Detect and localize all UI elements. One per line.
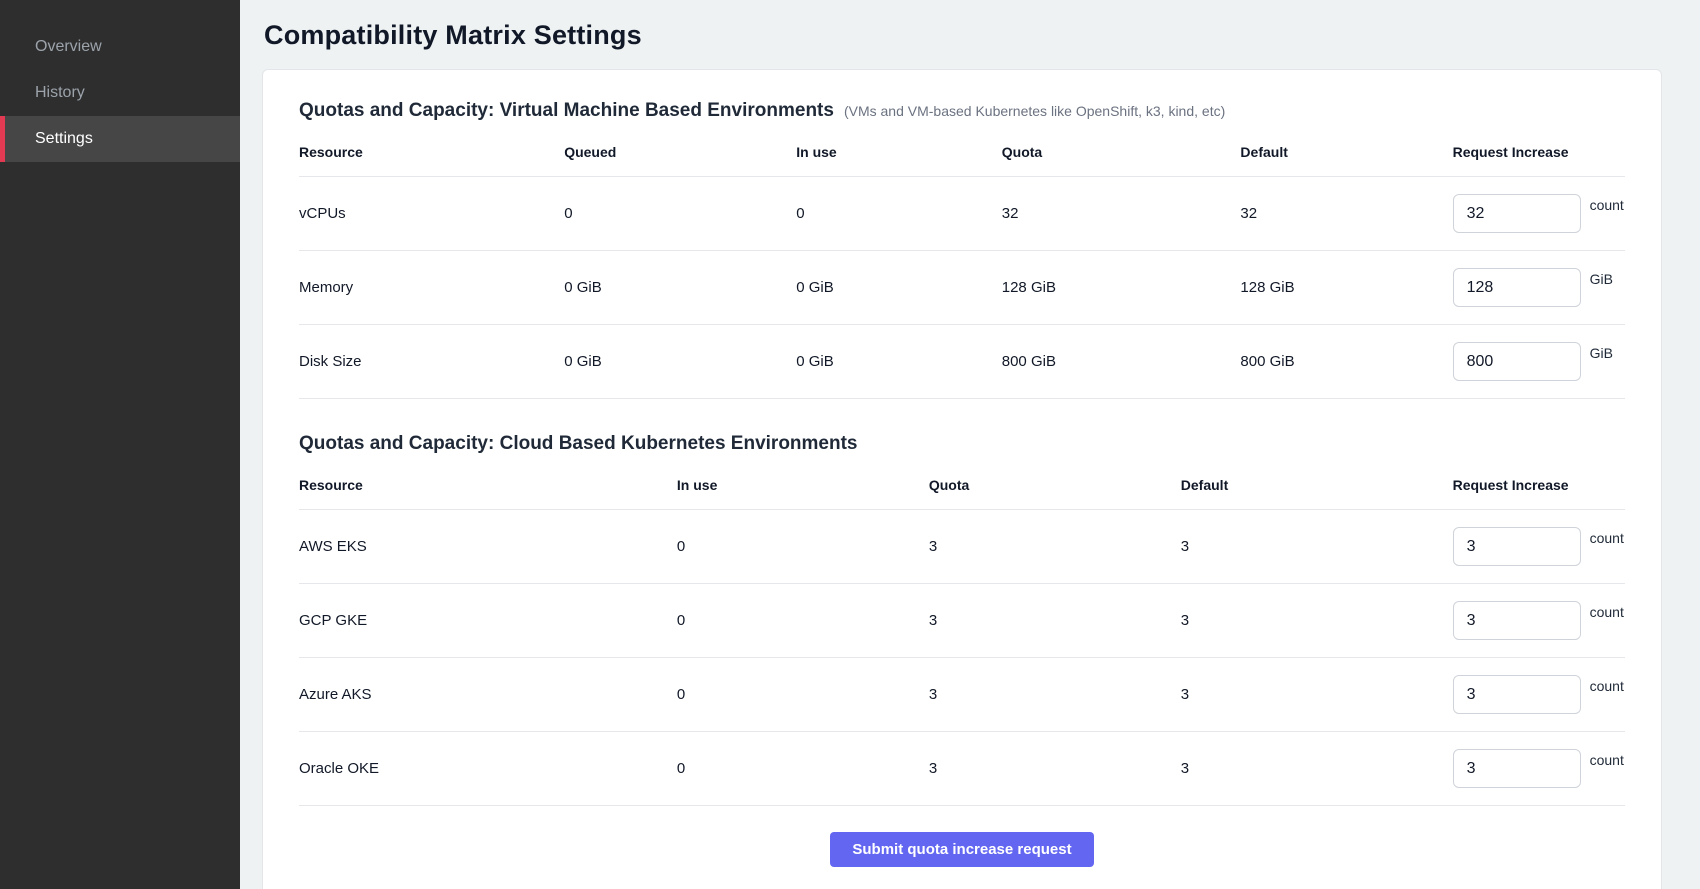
cloud-col-quota: Quota (929, 465, 1181, 510)
sidebar-item-overview[interactable]: Overview (0, 24, 240, 70)
vm-col-in-use: In use (796, 132, 1002, 177)
vm-col-resource: Resource (299, 132, 564, 177)
aws-eks-in-use-value: 0 (677, 510, 929, 584)
oracle-oke-in-use-value: 0 (677, 732, 929, 806)
vm-section-subtitle: (VMs and VM-based Kubernetes like OpenSh… (844, 103, 1225, 119)
disk-request-input[interactable] (1453, 342, 1581, 381)
cloud-col-request-increase: Request Increase (1453, 465, 1625, 510)
table-row-disk-size: Disk Size 0 GiB 0 GiB 800 GiB 800 GiB Gi… (299, 325, 1625, 399)
vm-quota-table: Resource Queued In use Quota Default Req… (299, 132, 1625, 399)
table-row-vcpus: vCPUs 0 0 32 32 count (299, 177, 1625, 251)
disk-in-use-value: 0 GiB (796, 325, 1002, 399)
vcpus-unit-label: count (1590, 197, 1624, 213)
oracle-oke-request-cell: count (1453, 749, 1625, 788)
disk-quota-value: 800 GiB (1002, 325, 1241, 399)
vm-col-request-increase: Request Increase (1453, 132, 1625, 177)
gcp-gke-unit-label: count (1590, 604, 1624, 620)
cloud-section-title: Quotas and Capacity: Cloud Based Kuberne… (299, 433, 858, 455)
memory-unit-label: GiB (1590, 271, 1613, 287)
submit-quota-increase-button[interactable]: Submit quota increase request (830, 832, 1093, 867)
table-row-oracle-oke: Oracle OKE 0 3 3 count (299, 732, 1625, 806)
vm-section-title: Quotas and Capacity: Virtual Machine Bas… (299, 100, 834, 122)
gcp-gke-request-cell: count (1453, 601, 1625, 640)
disk-queued-value: 0 GiB (564, 325, 796, 399)
vcpus-request-input[interactable] (1453, 194, 1581, 233)
gcp-gke-quota-value: 3 (929, 584, 1181, 658)
vcpus-request-cell: count (1453, 194, 1625, 233)
memory-request-cell: GiB (1453, 268, 1625, 307)
cloud-col-default: Default (1181, 465, 1453, 510)
sidebar-item-history[interactable]: History (0, 70, 240, 116)
aws-eks-default-value: 3 (1181, 510, 1453, 584)
vcpus-default-value: 32 (1240, 177, 1452, 251)
aws-eks-request-input[interactable] (1453, 527, 1581, 566)
disk-unit-label: GiB (1590, 345, 1613, 361)
vcpus-quota-value: 32 (1002, 177, 1241, 251)
vm-table-header-row: Resource Queued In use Quota Default Req… (299, 132, 1625, 177)
submit-row: Submit quota increase request (299, 806, 1625, 881)
memory-in-use-value: 0 GiB (796, 251, 1002, 325)
cloud-quota-table: Resource In use Quota Default Request In… (299, 465, 1625, 806)
aws-eks-request-cell: count (1453, 527, 1625, 566)
gcp-gke-request-input[interactable] (1453, 601, 1581, 640)
vm-col-default: Default (1240, 132, 1452, 177)
vm-col-queued: Queued (564, 132, 796, 177)
oracle-oke-request-input[interactable] (1453, 749, 1581, 788)
oracle-oke-quota-value: 3 (929, 732, 1181, 806)
main-content: Compatibility Matrix Settings Quotas and… (240, 0, 1700, 889)
azure-aks-in-use-value: 0 (677, 658, 929, 732)
disk-resource-label: Disk Size (299, 325, 564, 399)
vcpus-queued-value: 0 (564, 177, 796, 251)
azure-aks-unit-label: count (1590, 678, 1624, 694)
cloud-col-resource: Resource (299, 465, 677, 510)
gcp-gke-in-use-value: 0 (677, 584, 929, 658)
table-row-gcp-gke: GCP GKE 0 3 3 count (299, 584, 1625, 658)
memory-resource-label: Memory (299, 251, 564, 325)
memory-quota-value: 128 GiB (1002, 251, 1241, 325)
memory-queued-value: 0 GiB (564, 251, 796, 325)
azure-aks-quota-value: 3 (929, 658, 1181, 732)
azure-aks-request-cell: count (1453, 675, 1625, 714)
aws-eks-quota-value: 3 (929, 510, 1181, 584)
sidebar-item-settings[interactable]: Settings (0, 116, 240, 162)
memory-default-value: 128 GiB (1240, 251, 1452, 325)
gcp-gke-default-value: 3 (1181, 584, 1453, 658)
cloud-table-header-row: Resource In use Quota Default Request In… (299, 465, 1625, 510)
page-title: Compatibility Matrix Settings (264, 20, 1662, 51)
oracle-oke-default-value: 3 (1181, 732, 1453, 806)
aws-eks-unit-label: count (1590, 530, 1624, 546)
table-row-memory: Memory 0 GiB 0 GiB 128 GiB 128 GiB GiB (299, 251, 1625, 325)
table-row-azure-aks: Azure AKS 0 3 3 count (299, 658, 1625, 732)
settings-card: Quotas and Capacity: Virtual Machine Bas… (262, 69, 1662, 889)
oracle-oke-resource-label: Oracle OKE (299, 732, 677, 806)
azure-aks-resource-label: Azure AKS (299, 658, 677, 732)
oracle-oke-unit-label: count (1590, 752, 1624, 768)
vm-section-header: Quotas and Capacity: Virtual Machine Bas… (299, 100, 1625, 122)
azure-aks-request-input[interactable] (1453, 675, 1581, 714)
vcpus-resource-label: vCPUs (299, 177, 564, 251)
disk-request-cell: GiB (1453, 342, 1625, 381)
vm-col-quota: Quota (1002, 132, 1241, 177)
azure-aks-default-value: 3 (1181, 658, 1453, 732)
memory-request-input[interactable] (1453, 268, 1581, 307)
cloud-section-header: Quotas and Capacity: Cloud Based Kuberne… (299, 433, 1625, 455)
aws-eks-resource-label: AWS EKS (299, 510, 677, 584)
cloud-col-in-use: In use (677, 465, 929, 510)
gcp-gke-resource-label: GCP GKE (299, 584, 677, 658)
sidebar: Overview History Settings (0, 0, 240, 889)
vcpus-in-use-value: 0 (796, 177, 1002, 251)
disk-default-value: 800 GiB (1240, 325, 1452, 399)
table-row-aws-eks: AWS EKS 0 3 3 count (299, 510, 1625, 584)
